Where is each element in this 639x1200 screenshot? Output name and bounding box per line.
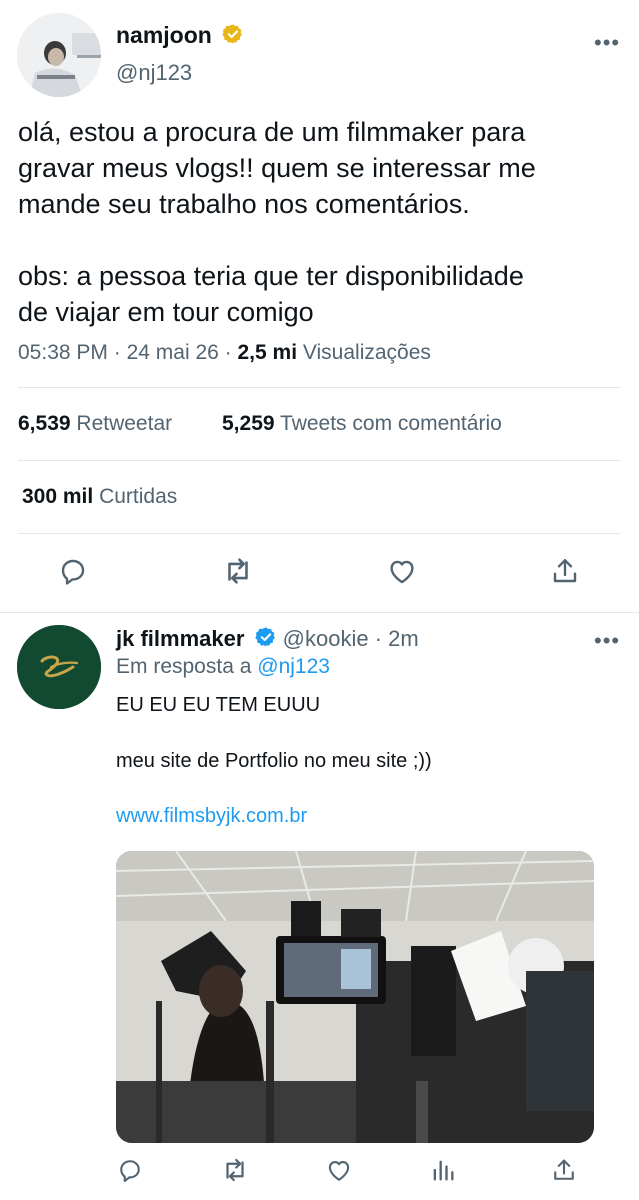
reply-actions: [0, 1152, 639, 1192]
likes-count: 300 mil: [22, 485, 94, 508]
reply-text-line1: EU EU EU TEM EUUU: [116, 694, 321, 716]
verified-gold-icon: [222, 23, 244, 51]
retweets-label: Retweetar: [76, 412, 173, 435]
share-icon[interactable]: [547, 553, 583, 589]
views-count: 2,5 mi: [237, 341, 298, 364]
reply-author-handle[interactable]: @kookie: [283, 626, 369, 651]
verified-blue-icon: [254, 626, 277, 654]
retweets-count: 6,539: [18, 412, 71, 435]
divider: [18, 460, 621, 461]
meta-separator: ·: [224, 341, 232, 364]
likes-label: Curtidas: [99, 485, 178, 508]
reply-avatar[interactable]: [17, 625, 101, 709]
quotes-label: Tweets com comentário: [280, 412, 502, 435]
retweet-icon[interactable]: [220, 553, 256, 589]
reply-icon[interactable]: [112, 1152, 148, 1188]
meta-separator: ·: [113, 341, 121, 364]
author-handle[interactable]: @nj123: [116, 60, 192, 86]
like-icon[interactable]: [384, 553, 420, 589]
more-icon[interactable]: •••: [594, 30, 620, 56]
quotes-count: 5,259: [222, 412, 275, 435]
share-icon[interactable]: [546, 1152, 582, 1188]
author-name-text[interactable]: namjoon: [116, 22, 212, 48]
reply-to-handle[interactable]: @nj123: [257, 655, 330, 678]
more-icon[interactable]: •••: [594, 628, 620, 654]
divider: [18, 533, 621, 534]
tweet-text: olá, estou a procura de um filmmaker par…: [18, 117, 536, 327]
likes-stat[interactable]: 300 mil Curtidas: [22, 485, 177, 509]
tweet-meta: 05:38 PM · 24 mai 26 · 2,5 mi Visualizaç…: [18, 341, 431, 365]
divider: [18, 387, 621, 388]
author-avatar[interactable]: [17, 13, 101, 97]
reply-separator: ·: [374, 626, 383, 651]
tweet-time[interactable]: 05:38 PM: [18, 341, 108, 364]
reply-text-line2: meu site de Portfolio no meu site ;)): [116, 750, 432, 772]
tweet-actions: [0, 553, 639, 593]
reply-context: Em resposta a @nj123: [116, 655, 330, 679]
reply-author-row: jk filmmaker @kookie · 2m: [116, 626, 419, 654]
views-icon[interactable]: [425, 1152, 461, 1188]
divider: [0, 612, 639, 613]
views-label: Visualizações: [302, 341, 431, 364]
reply-author-name[interactable]: jk filmmaker: [116, 626, 244, 651]
author-name[interactable]: namjoon: [116, 22, 244, 51]
tweet-date[interactable]: 24 mai 26: [127, 341, 219, 364]
reply-time[interactable]: 2m: [388, 626, 419, 651]
reply-icon[interactable]: [55, 553, 91, 589]
retweet-icon[interactable]: [217, 1152, 253, 1188]
retweets-stat[interactable]: 6,539 Retweetar: [18, 412, 172, 436]
reply-link[interactable]: www.filmsbyjk.com.br: [116, 803, 616, 829]
reply-media-image[interactable]: [116, 851, 594, 1143]
reply-prefix: Em resposta a: [116, 655, 252, 678]
quotes-stat[interactable]: 5,259 Tweets com comentário: [222, 412, 502, 436]
like-icon[interactable]: [321, 1152, 357, 1188]
